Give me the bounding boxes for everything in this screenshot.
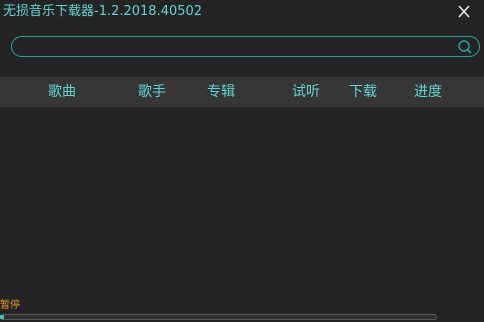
column-progress[interactable]: 进度 xyxy=(406,77,450,107)
song-list xyxy=(0,107,484,300)
column-artist[interactable]: 歌手 xyxy=(130,77,174,107)
search-input[interactable] xyxy=(22,38,456,57)
window-title: 无损音乐下载器-1.2.2018.40502 xyxy=(3,4,203,19)
progress-bar[interactable] xyxy=(0,314,437,320)
search-icon[interactable] xyxy=(457,39,473,55)
status-label: 暂停 xyxy=(0,300,20,311)
column-preview[interactable]: 试听 xyxy=(284,77,328,107)
close-button[interactable] xyxy=(454,2,474,22)
search-box xyxy=(11,36,480,57)
close-icon xyxy=(458,5,470,18)
column-song[interactable]: 歌曲 xyxy=(40,77,84,107)
table-header: 歌曲 歌手 专辑 试听 下载 进度 xyxy=(0,77,484,107)
column-album[interactable]: 专辑 xyxy=(199,77,243,107)
app-window: 无损音乐下载器-1.2.2018.40502 歌曲 歌手 专辑 试听 下载 进度… xyxy=(0,0,484,322)
progress-handle[interactable] xyxy=(0,315,4,319)
column-download[interactable]: 下载 xyxy=(341,77,385,107)
